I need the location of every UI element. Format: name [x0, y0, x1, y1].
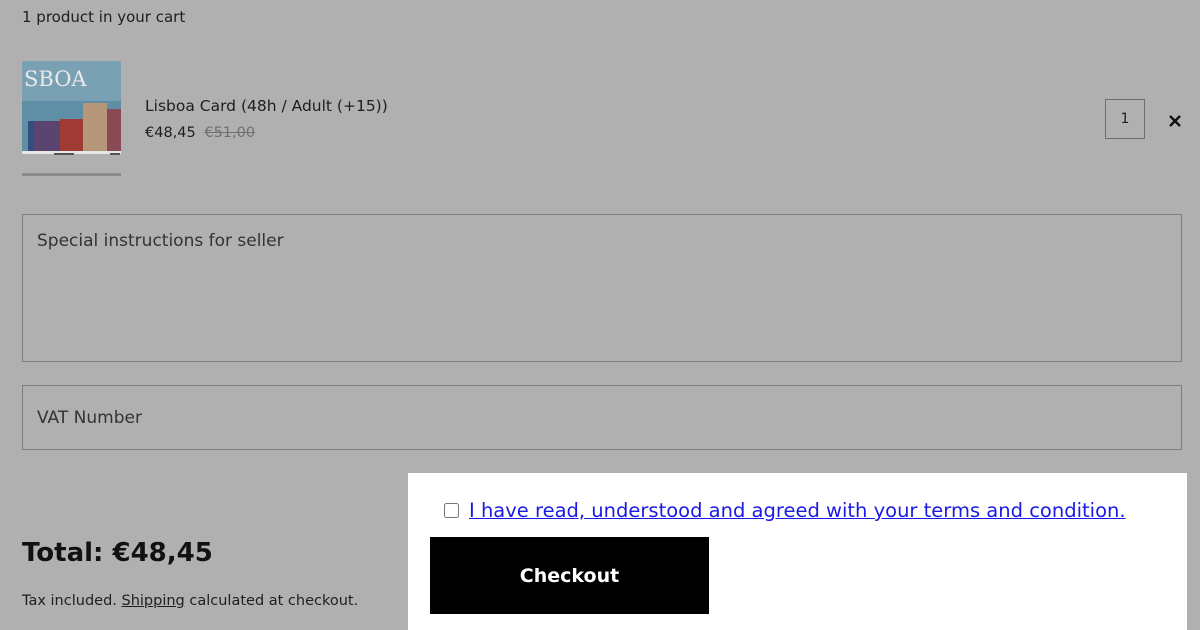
cart-count: 1 product in your cart: [22, 8, 186, 26]
price-row: €48,45 €51,00: [145, 125, 255, 141]
special-instructions-field[interactable]: [22, 214, 1182, 362]
shipping-link[interactable]: Shipping: [122, 593, 185, 609]
tax-note: Tax included. Shipping calculated at che…: [22, 593, 358, 609]
tax-prefix: Tax included.: [22, 593, 122, 609]
remove-item-button[interactable]: [1164, 110, 1186, 132]
product-name[interactable]: Lisboa Card (48h / Adult (+15)): [145, 97, 388, 115]
thumbnail-text: ЅBOA: [24, 67, 87, 91]
cart-total: Total: €48,45: [22, 538, 213, 568]
terms-link[interactable]: I have read, understood and agreed with …: [469, 499, 1126, 522]
checkout-button[interactable]: Checkout: [430, 537, 709, 614]
close-icon: [1169, 115, 1181, 127]
tax-suffix: calculated at checkout.: [184, 593, 359, 609]
compare-price: €51,00: [204, 125, 256, 141]
vat-number-field[interactable]: [22, 385, 1182, 450]
sale-price: €48,45: [145, 125, 196, 141]
product-thumbnail[interactable]: ЅBOA: [22, 61, 121, 179]
terms-checkbox[interactable]: [444, 503, 459, 518]
terms-row: I have read, understood and agreed with …: [444, 499, 1126, 522]
checkout-panel: I have read, understood and agreed with …: [408, 473, 1187, 630]
lisboa-card-image: ЅBOA: [22, 61, 121, 176]
quantity-input[interactable]: [1105, 99, 1145, 139]
